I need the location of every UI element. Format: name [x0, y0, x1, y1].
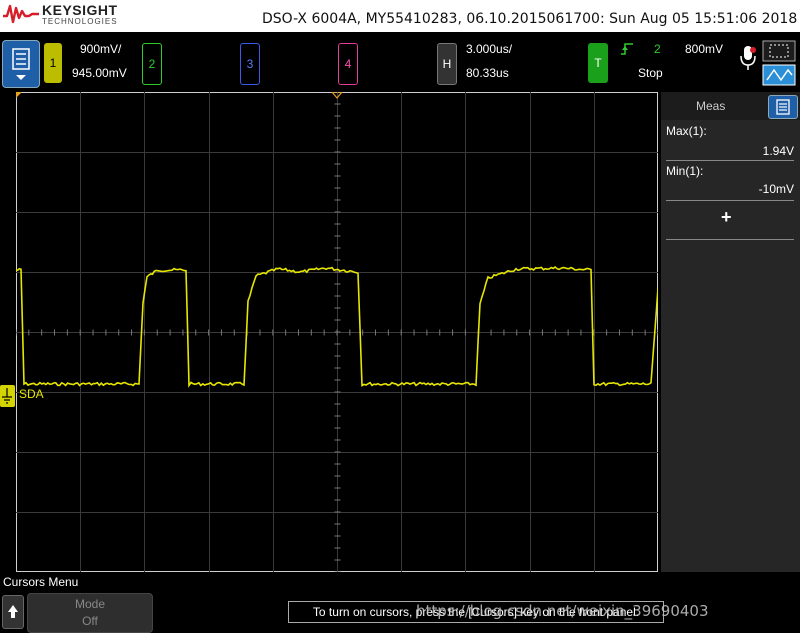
list-icon: [776, 99, 790, 115]
add-measurement-button[interactable]: +: [721, 207, 732, 228]
waveform-display[interactable]: [16, 92, 658, 572]
menu-list-icon: [12, 48, 30, 80]
waveform-scale-icon: [762, 64, 796, 86]
channel-1-label: SDA: [19, 387, 44, 401]
channel-bar: 1 900mV/ 945.00mV 2 3 4 H 3.000us/ 80.33…: [0, 32, 800, 90]
acquisition-status: Stop: [638, 66, 663, 80]
zoom-grid-icon: [762, 40, 796, 62]
measurements-panel: Meas Max(1): 1.94V Min(1): -10mV +: [661, 92, 800, 572]
ground-icon: [2, 388, 12, 404]
horizontal-button[interactable]: H: [437, 43, 457, 85]
softkey-value: Off: [82, 614, 98, 628]
meas-header: Meas: [661, 92, 800, 120]
trigger-level: 800mV: [685, 42, 724, 56]
title-bar: KEYSIGHT TECHNOLOGIES DSO-X 6004A, MY554…: [0, 0, 800, 32]
meas-title: Meas: [696, 99, 726, 113]
max-label: Max(1):: [666, 124, 707, 138]
channel-1-button[interactable]: 1: [44, 43, 62, 83]
meas-menu-button[interactable]: [768, 95, 798, 119]
separator: [666, 239, 794, 240]
keysight-logo-icon: [3, 4, 39, 24]
scale-toggle[interactable]: [762, 40, 796, 86]
channel-1-offset: 945.00mV: [72, 66, 127, 80]
channel-4-button[interactable]: 4: [338, 43, 358, 85]
softkey-bar: Cursors Menu Mode Off To turn on cursors…: [0, 573, 800, 633]
back-button[interactable]: [2, 595, 24, 629]
mode-softkey[interactable]: Mode Off: [27, 593, 153, 633]
trigger-source: 2: [654, 42, 661, 56]
trigger-button[interactable]: T: [588, 43, 608, 83]
channel-1-ground-marker[interactable]: [0, 385, 15, 407]
watermark-text: https://blog.csdn.net/weixin_39690403: [416, 602, 709, 620]
channel-3-button[interactable]: 3: [240, 43, 260, 85]
min-value: -10mV: [758, 182, 794, 196]
min-label: Min(1):: [666, 164, 704, 178]
horizontal-delay: 80.33us: [466, 66, 509, 80]
menu-title: Cursors Menu: [3, 575, 79, 589]
max-value: 1.94V: [762, 144, 794, 158]
brand-name: KEYSIGHT: [42, 2, 118, 18]
channel-2-button[interactable]: 2: [142, 43, 162, 85]
separator: [666, 200, 794, 201]
separator: [666, 160, 794, 161]
graticule: [16, 92, 658, 572]
channel-1-scale: 900mV/: [80, 42, 122, 56]
microphone-icon[interactable]: [738, 44, 758, 72]
brand-subtitle: TECHNOLOGIES: [42, 17, 118, 26]
rising-edge-icon: [621, 43, 633, 55]
up-arrow-icon: [8, 605, 18, 618]
main-menu-button[interactable]: [2, 40, 40, 88]
time-scale: 3.000us/: [466, 42, 513, 56]
instrument-info: DSO-X 6004A, MY55410283, 06.10.201506170…: [262, 11, 798, 27]
softkey-title: Mode: [74, 597, 106, 611]
